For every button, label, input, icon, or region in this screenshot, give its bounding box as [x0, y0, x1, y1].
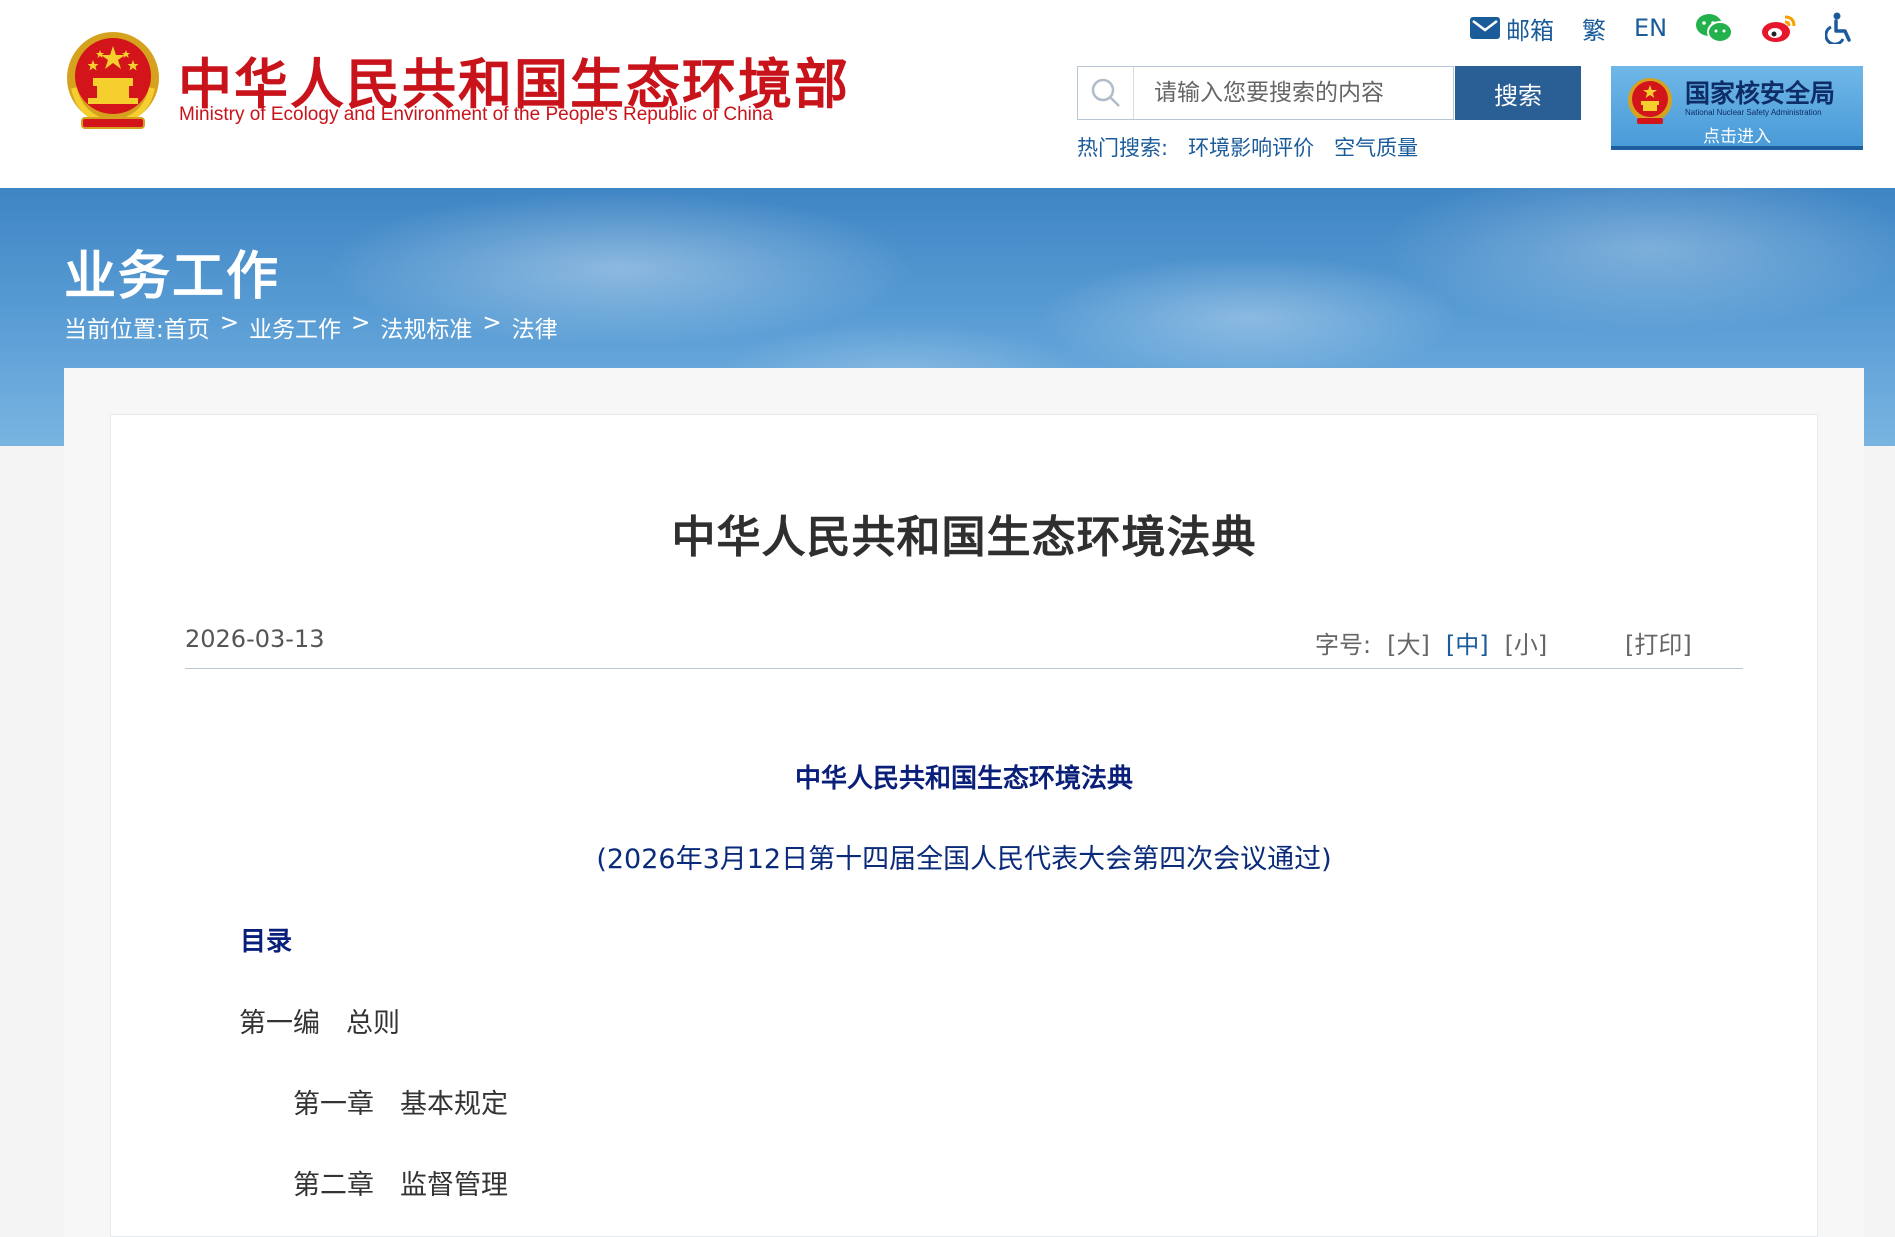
toc-item-number: 第二章: [293, 1170, 374, 1201]
english-link[interactable]: EN: [1634, 14, 1667, 42]
accessibility-icon: [1825, 12, 1851, 44]
search-box: [1077, 66, 1454, 120]
search-icon: [1091, 78, 1120, 107]
nnsa-enter-label: 点击进入: [1703, 127, 1771, 147]
font-size-large[interactable]: [大]: [1387, 625, 1430, 660]
breadcrumb-separator: >: [351, 310, 371, 336]
toc-item-name: 监督管理: [400, 1170, 508, 1201]
toc-item-number: 第一编: [239, 1008, 320, 1039]
hot-search: 热门搜索: 环境影响评价 空气质量: [1077, 132, 1438, 162]
nnsa-english-title: National Nuclear Safety Administration: [1685, 108, 1822, 117]
national-emblem-icon: [67, 32, 159, 129]
law-adoption-note: (2026年3月12日第十四届全国人民代表大会第四次会议通过): [596, 844, 1332, 875]
wechat-icon: [1696, 14, 1734, 43]
section-title: 业务工作: [64, 247, 281, 307]
mail-link[interactable]: 邮箱: [1470, 11, 1554, 46]
publish-date: 2026-03-13: [185, 625, 325, 653]
top-utility-links: 邮箱 繁 EN: [1470, 8, 1881, 48]
hot-search-item[interactable]: 环境影响评价: [1188, 132, 1314, 162]
article-meta: 2026-03-13 字号: [大] [中] [小] [打印]: [185, 625, 1743, 669]
breadcrumb-item-law[interactable]: 法律: [512, 310, 558, 344]
breadcrumb-prefix: 当前位置:: [64, 317, 164, 343]
toc-item-name: 基本规定: [400, 1089, 508, 1120]
font-size-small[interactable]: [小]: [1505, 625, 1548, 660]
breadcrumb: 当前位置: 首页 > 业务工作 > 法规标准 > 法律: [64, 310, 558, 344]
breadcrumb-item-regulations[interactable]: 法规标准: [380, 310, 472, 344]
font-size-medium[interactable]: [中]: [1446, 625, 1489, 660]
search-icon-wrap: [1078, 67, 1134, 119]
article-title: 中华人民共和国生态环境法典: [671, 512, 1257, 563]
weibo-icon: [1762, 15, 1796, 42]
font-size-control: 字号: [大] [中] [小]: [1315, 625, 1547, 660]
hot-search-item[interactable]: 空气质量: [1334, 132, 1418, 162]
mail-link-label: 邮箱: [1506, 16, 1554, 45]
toc-item: 第一编 总则: [239, 1001, 400, 1040]
accessibility-button[interactable]: [1825, 12, 1853, 44]
search-input[interactable]: [1134, 67, 1453, 119]
breadcrumb-item-business[interactable]: 业务工作: [249, 310, 341, 344]
toc-item: 第一章 基本规定: [293, 1082, 508, 1121]
font-size-label: 字号:: [1315, 631, 1372, 659]
toc-item: 第二章 监督管理: [293, 1163, 508, 1202]
hot-search-label: 热门搜索:: [1077, 136, 1169, 160]
weibo-button[interactable]: [1761, 13, 1797, 43]
toc-item-number: 第一章: [293, 1089, 374, 1120]
article-card: 中华人民共和国生态环境法典 2026-03-13 字号: [大] [中] [小]…: [110, 414, 1818, 1237]
toc-item-name: 总则: [346, 1008, 400, 1039]
traditional-chinese-link[interactable]: 繁: [1582, 11, 1606, 46]
breadcrumb-separator: >: [219, 310, 240, 336]
mail-icon: [1470, 17, 1500, 39]
breadcrumb-item-home[interactable]: 首页: [164, 310, 210, 344]
wechat-button[interactable]: [1695, 13, 1734, 43]
site-header: 中华人民共和国生态环境部 Ministry of Ecology and Env…: [0, 0, 1895, 188]
nnsa-title: 国家核安全局: [1685, 79, 1836, 108]
nnsa-banner-link[interactable]: 国家核安全局 National Nuclear Safety Administr…: [1611, 66, 1863, 150]
search-button[interactable]: 搜索: [1455, 66, 1581, 120]
site-subtitle: Ministry of Ecology and Environment of t…: [179, 104, 774, 125]
law-heading: 中华人民共和国生态环境法典: [794, 764, 1133, 794]
print-button[interactable]: [打印]: [1625, 625, 1692, 660]
nnsa-emblem-icon: [1628, 78, 1672, 124]
toc-title: 目录: [240, 927, 293, 957]
breadcrumb-separator: >: [482, 310, 502, 336]
